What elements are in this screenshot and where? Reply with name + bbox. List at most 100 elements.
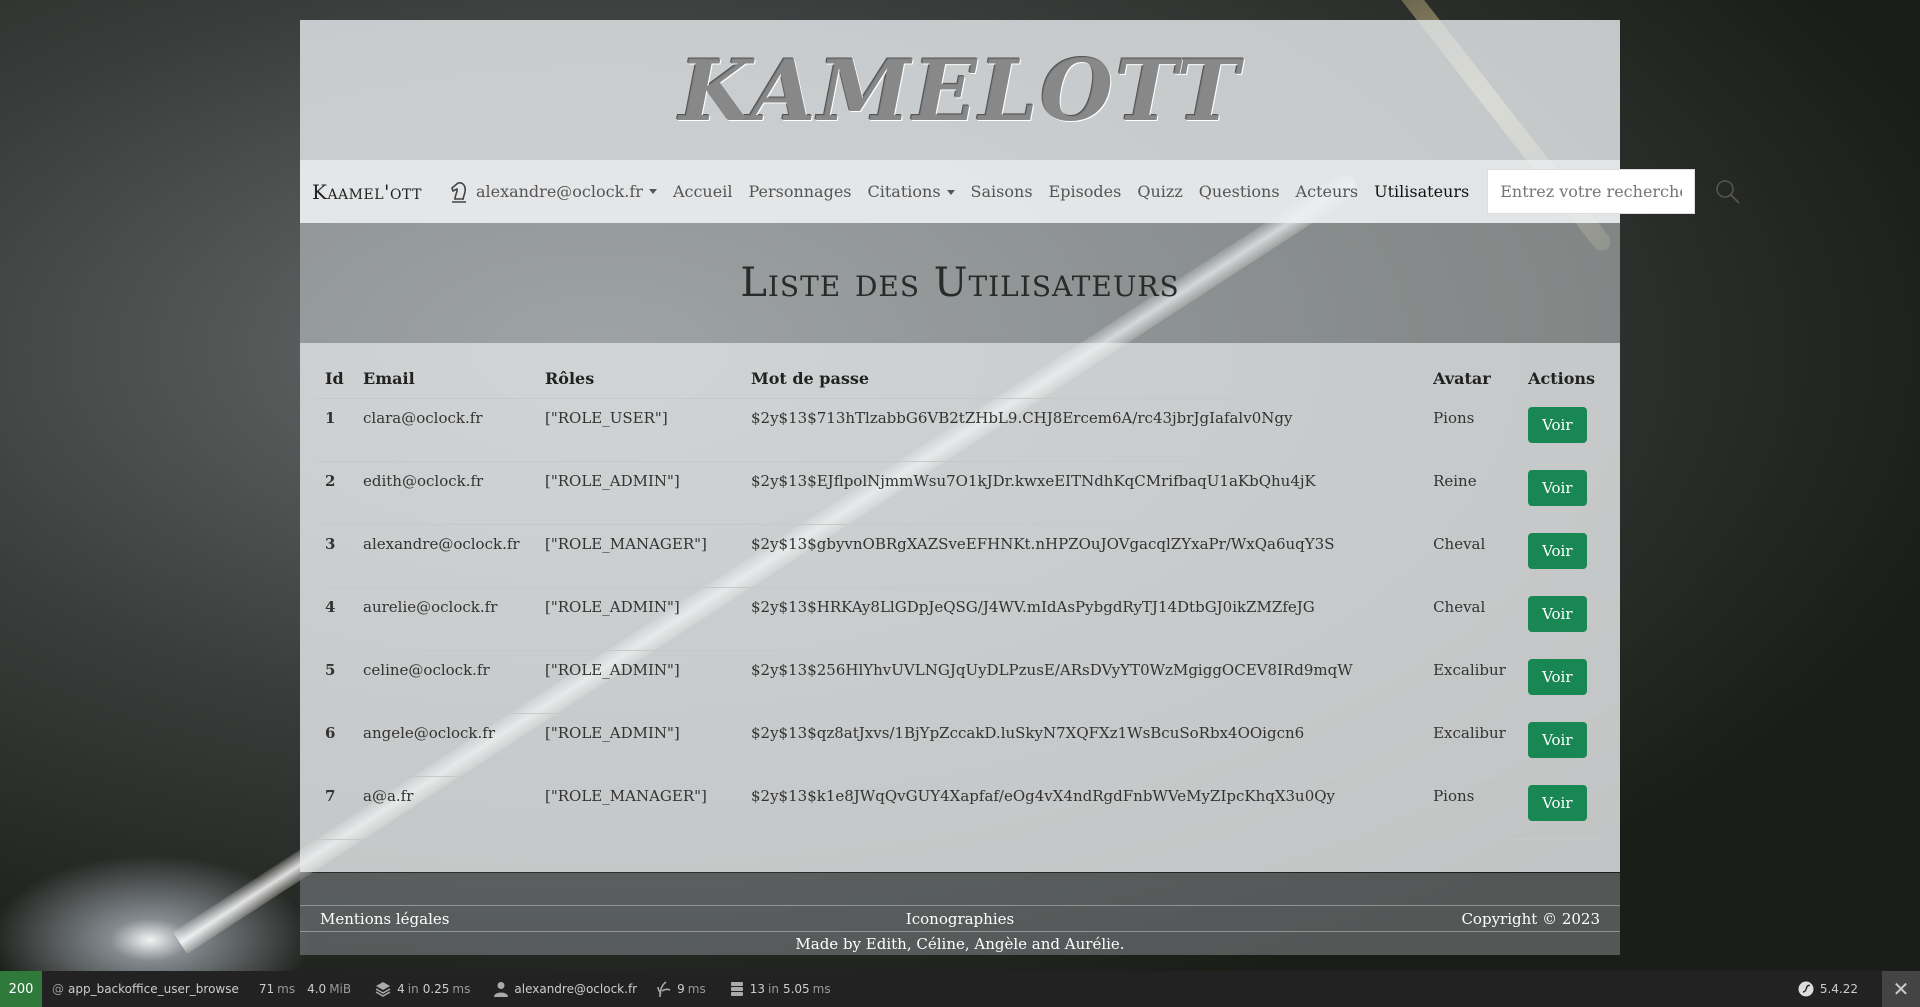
table-header-row: Id Email Rôles Mot de passe Avatar Actio… <box>316 365 1604 399</box>
toolbar-user-email: alexandre@oclock.fr <box>514 982 638 996</box>
cell-id: 1 <box>316 398 354 462</box>
cell-password: $2y$13$256HlYhvUVLNGJqUyDLPzusE/ARsDVyYT… <box>742 650 1425 714</box>
nav-utilisateurs[interactable]: Utilisateurs <box>1374 182 1469 201</box>
cache-in: in <box>407 982 419 996</box>
toolbar-user[interactable]: alexandre@oclock.fr <box>494 981 637 997</box>
db-in: in <box>767 982 779 996</box>
voir-button[interactable]: Voir <box>1528 407 1587 443</box>
cell-avatar: Excalibur <box>1424 713 1520 777</box>
footer-credits: Made by Edith, Céline, Angèle and Auréli… <box>300 931 1620 955</box>
cell-roles: ["ROLE_MANAGER"] <box>536 524 742 588</box>
table-row: 1 clara@oclock.fr ["ROLE_USER"] $2y$13$7… <box>316 398 1604 462</box>
search-input[interactable] <box>1487 169 1696 214</box>
cell-avatar: Cheval <box>1424 524 1520 588</box>
page-title: Liste des Utilisateurs <box>740 260 1180 306</box>
symfony-version: 5.4.22 <box>1819 982 1858 996</box>
cell-email: celine@oclock.fr <box>354 650 536 714</box>
twig-unit: ms <box>687 982 706 996</box>
twig-icon <box>657 981 671 997</box>
toolbar-time[interactable]: 71 ms 4.0 MiB <box>259 982 355 996</box>
cell-avatar: Cheval <box>1424 587 1520 651</box>
twig-time: 9 <box>677 982 685 996</box>
status-code-badge[interactable]: 200 <box>0 971 42 1007</box>
memory-unit: MiB <box>329 982 352 996</box>
cell-roles: ["ROLE_USER"] <box>536 398 742 462</box>
voir-button[interactable]: Voir <box>1528 596 1587 632</box>
nav-accueil[interactable]: Accueil <box>673 182 732 201</box>
voir-button[interactable]: Voir <box>1528 785 1587 821</box>
users-table: Id Email Rôles Mot de passe Avatar Actio… <box>316 365 1604 840</box>
nav-saisons[interactable]: Saisons <box>971 182 1033 201</box>
table-row: 7 a@a.fr ["ROLE_MANAGER"] $2y$13$k1e8JWq… <box>316 776 1604 840</box>
header-actions: Actions <box>1519 365 1604 399</box>
nav-episodes[interactable]: Episodes <box>1049 182 1122 201</box>
page-container: KAMELOTT Kaamel'ott alexandre@oclock.fr … <box>300 20 1740 955</box>
chevron-down-icon <box>946 190 955 195</box>
database-icon <box>730 982 743 996</box>
toolbar-symfony-version[interactable]: 5.4.22 <box>1798 981 1858 997</box>
voir-button[interactable]: Voir <box>1528 470 1587 506</box>
nav-personnages[interactable]: Personnages <box>748 182 851 201</box>
cell-roles: ["ROLE_ADMIN"] <box>536 713 742 777</box>
toolbar-route[interactable]: @ app_backoffice_user_browse <box>52 982 239 996</box>
cell-actions: Voir <box>1519 650 1604 714</box>
route-at-sign: @ <box>52 982 64 996</box>
nav-citations-label: Citations <box>867 182 941 201</box>
cell-id: 5 <box>316 650 354 714</box>
nav-questions[interactable]: Questions <box>1199 182 1280 201</box>
close-icon: ✕ <box>1892 977 1910 1001</box>
cell-email: edith@oclock.fr <box>354 461 536 525</box>
voir-button[interactable]: Voir <box>1528 722 1587 758</box>
search-button[interactable] <box>1715 175 1741 209</box>
close-toolbar-button[interactable]: ✕ <box>1882 971 1920 1007</box>
cell-id: 4 <box>316 587 354 651</box>
nav-citations-dropdown[interactable]: Citations <box>868 182 955 201</box>
cache-unit: ms <box>452 982 471 996</box>
cell-email: aurelie@oclock.fr <box>354 587 536 651</box>
cell-roles: ["ROLE_MANAGER"] <box>536 776 742 840</box>
users-table-section: Id Email Rôles Mot de passe Avatar Actio… <box>300 343 1620 872</box>
cell-id: 7 <box>316 776 354 840</box>
cell-actions: Voir <box>1519 524 1604 588</box>
navbar: Kaamel'ott alexandre@oclock.fr Accueil P… <box>300 160 1740 223</box>
layers-icon <box>375 982 391 997</box>
memory-value: 4.0 <box>307 982 327 996</box>
toolbar-twig[interactable]: 9 ms <box>657 981 710 997</box>
brand-link[interactable]: Kaamel'ott <box>312 180 422 204</box>
cell-avatar: Pions <box>1424 398 1520 462</box>
cell-password: $2y$13$713hTlzabbG6VB2tZHbL9.CHJ8Ercem6A… <box>742 398 1425 462</box>
header-avatar: Avatar <box>1424 365 1520 399</box>
chevron-down-icon <box>648 189 657 194</box>
cell-email: alexandre@oclock.fr <box>354 524 536 588</box>
header-password: Mot de passe <box>742 365 1425 399</box>
footer-legal-link[interactable]: Mentions légales <box>320 910 747 928</box>
user-dropdown[interactable]: alexandre@oclock.fr <box>448 180 657 204</box>
cell-id: 2 <box>316 461 354 525</box>
search-icon <box>1716 179 1740 204</box>
cell-actions: Voir <box>1519 713 1604 777</box>
symfony-logo-icon <box>1798 981 1814 997</box>
toolbar-database[interactable]: 13 in 5.05 ms <box>730 981 835 997</box>
nav-quizz[interactable]: Quizz <box>1137 182 1182 201</box>
voir-button[interactable]: Voir <box>1528 659 1587 695</box>
cell-password: $2y$13$k1e8JWqQvGUY4Xapfaf/eOg4vX4ndRgdF… <box>742 776 1425 840</box>
cache-time: 0.25 <box>422 982 450 996</box>
footer-iconographies-link[interactable]: Iconographies <box>747 910 1174 928</box>
toolbar-cache[interactable]: 4 in 0.25 ms <box>375 981 474 997</box>
footer-links: Mentions légales Iconographies Copyright… <box>300 905 1620 931</box>
toolbar-right: 5.4.22 ✕ <box>1788 971 1920 1007</box>
db-count: 13 <box>749 982 765 996</box>
voir-button[interactable]: Voir <box>1528 533 1587 569</box>
cell-password: $2y$13$gbyvnOBRgXAZSveEFHNKt.nHPZOuJOVga… <box>742 524 1425 588</box>
cell-avatar: Reine <box>1424 461 1520 525</box>
cell-roles: ["ROLE_ADMIN"] <box>536 461 742 525</box>
header-email: Email <box>354 365 536 399</box>
cell-id: 6 <box>316 713 354 777</box>
cell-roles: ["ROLE_ADMIN"] <box>536 650 742 714</box>
table-row: 4 aurelie@oclock.fr ["ROLE_ADMIN"] $2y$1… <box>316 587 1604 651</box>
cell-avatar: Pions <box>1424 776 1520 840</box>
footer: Mentions légales Iconographies Copyright… <box>300 873 1620 955</box>
nav-acteurs[interactable]: Acteurs <box>1296 182 1359 201</box>
db-time: 5.05 <box>782 982 810 996</box>
banner: KAMELOTT <box>300 20 1620 160</box>
